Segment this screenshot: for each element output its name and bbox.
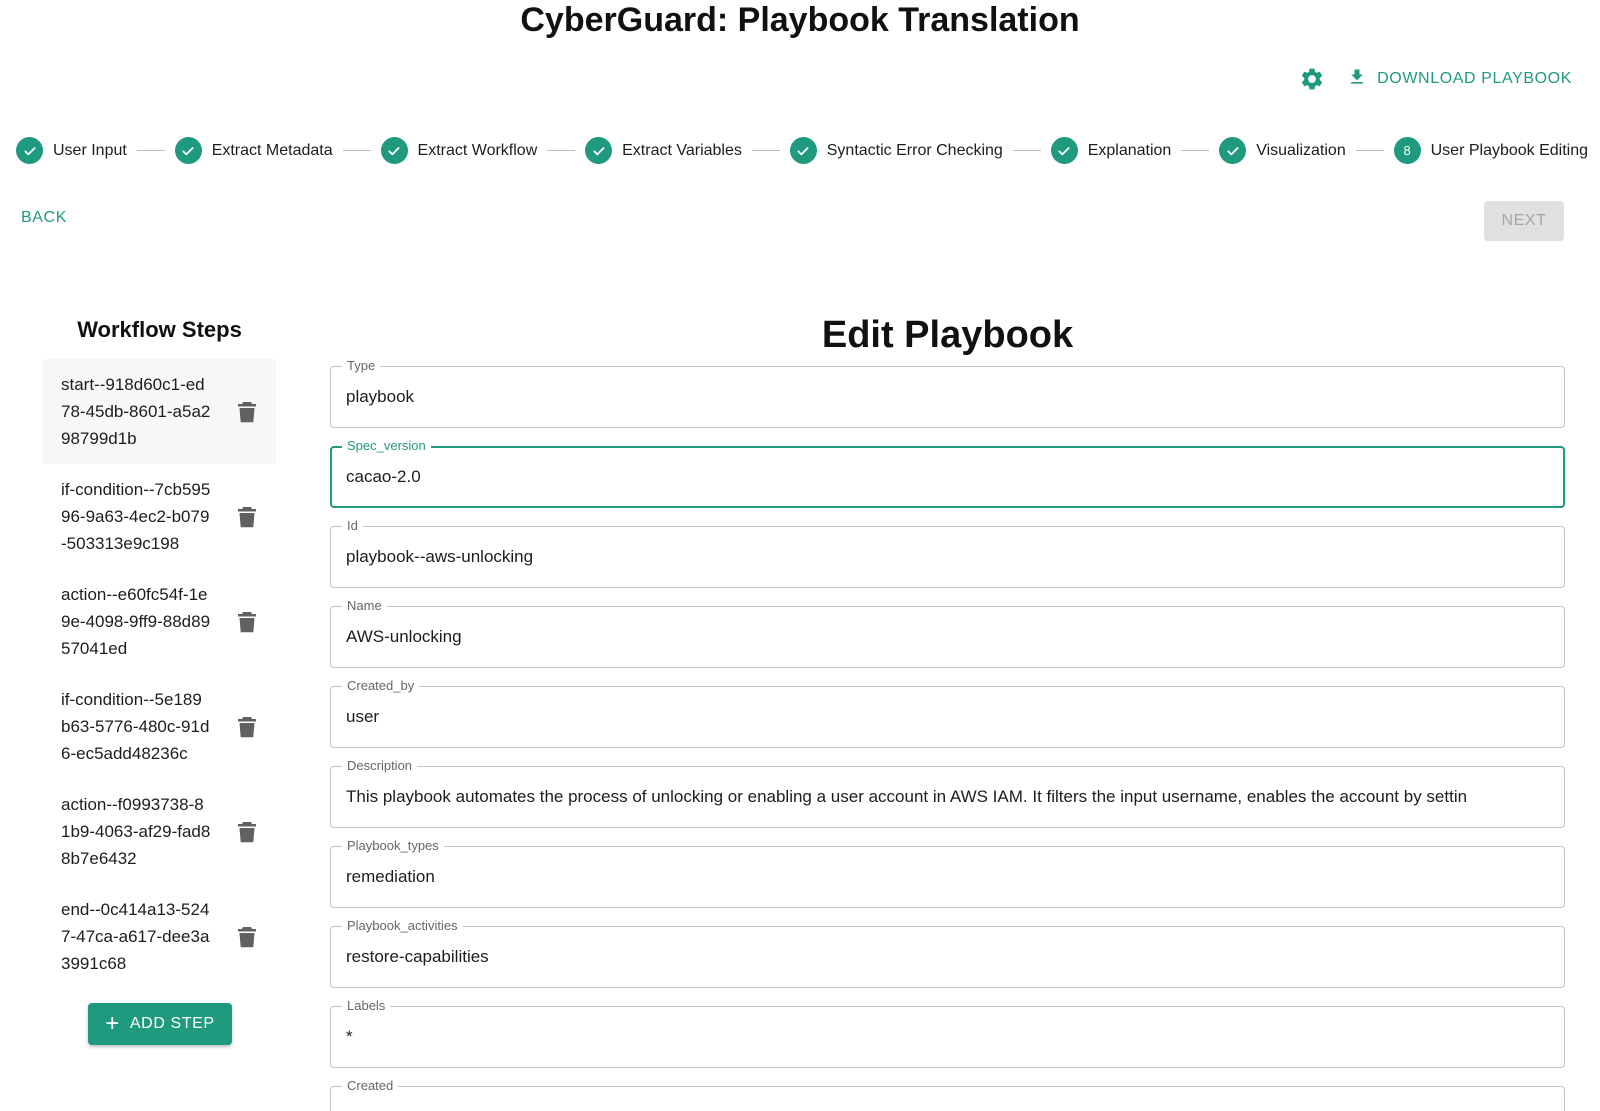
spec-version-field: Spec_version: [330, 438, 1565, 508]
step-connector: [136, 150, 165, 151]
step-connector: [342, 150, 371, 151]
playbook-types-field: Playbook_types: [330, 838, 1565, 908]
check-circle-icon: [585, 137, 613, 164]
gear-icon[interactable]: [1299, 66, 1325, 92]
stepper-step-label: User Input: [53, 141, 127, 159]
stepper-step-label: Syntactic Error Checking: [826, 141, 1003, 159]
workflow-step-id: action--e60fc54f-1e9e-4098-9ff9-88d89570…: [61, 585, 211, 658]
add-step-button[interactable]: + ADD STEP: [88, 1003, 232, 1045]
stepper-step: Explanation: [1050, 137, 1172, 164]
download-playbook-label: DOWNLOAD PLAYBOOK: [1377, 70, 1572, 87]
created-input[interactable]: [331, 1087, 1564, 1111]
playbook-fields: Type Spec_version Id Name Created_by Descript…: [330, 358, 1565, 1111]
stepper-step-label: Extract Workflow: [417, 141, 538, 159]
step-connector: [1355, 150, 1384, 151]
created-by-field: Created_by: [330, 678, 1565, 748]
editor-title: Edit Playbook: [821, 314, 1074, 356]
workflow-step-id: if-condition--5e189b63-5776-480c-91d6-ec…: [61, 690, 210, 763]
type-input[interactable]: [331, 367, 1564, 427]
playbook-activities-input[interactable]: [331, 927, 1564, 987]
spec-version-input[interactable]: [332, 448, 1563, 506]
check-circle-icon: [16, 137, 43, 164]
workflow-step-item[interactable]: action--f0993738-81b9-4063-af29-fad88b7e…: [43, 779, 276, 884]
download-icon: [1347, 67, 1367, 92]
id-input[interactable]: [331, 527, 1564, 587]
workflow-step-item[interactable]: action--e60fc54f-1e9e-4098-9ff9-88d89570…: [43, 569, 276, 674]
workflow-steps-sidebar: Workflow Steps start--918d60c1-ed78-45db…: [43, 316, 276, 1045]
playbook-translation-page: CyberGuard: Playbook Translation DOWNLOA…: [0, 0, 1600, 1111]
workflow-step-id: action--f0993738-81b9-4063-af29-fad88b7e…: [61, 795, 211, 868]
labels-input[interactable]: [331, 1007, 1564, 1067]
stepper-step-label: User Playbook Editing: [1430, 141, 1589, 159]
edit-playbook-form: Edit Playbook Type Spec_version Id Name Crea…: [330, 313, 1565, 1111]
workflow-step-list: start--918d60c1-ed78-45db-8601-a5a298799…: [43, 359, 276, 989]
stepper-step-label: Visualization: [1256, 141, 1346, 159]
playbook-activities-field: Playbook_activities: [330, 918, 1565, 988]
next-button: NEXT: [1484, 201, 1564, 241]
trash-icon[interactable]: [238, 926, 256, 948]
workflow-step-item[interactable]: end--0c414a13-5247-47ca-a617-dee3a3991c6…: [43, 884, 276, 989]
workflow-step-id: end--0c414a13-5247-47ca-a617-dee3a3991c6…: [61, 900, 210, 973]
trash-icon[interactable]: [238, 506, 256, 528]
description-field: Description: [330, 758, 1565, 828]
stepper-step: Extract Metadata: [174, 137, 333, 164]
top-actions: DOWNLOAD PLAYBOOK: [1299, 66, 1572, 92]
progress-stepper: User Input Extract Metadata Extract Workfl…: [16, 137, 1588, 164]
name-field: Name: [330, 598, 1565, 668]
check-circle-icon: [174, 137, 202, 164]
stepper-step: Extract Workflow: [380, 137, 538, 164]
check-circle-icon: [789, 137, 817, 164]
stepper-step: Extract Variables: [585, 137, 742, 164]
add-step-label: ADD STEP: [129, 1015, 215, 1032]
trash-icon[interactable]: [238, 611, 256, 633]
stepper-step-label: Extract Metadata: [211, 141, 333, 159]
trash-icon[interactable]: [238, 716, 256, 738]
step-number-badge: 8: [1393, 137, 1421, 164]
trash-icon[interactable]: [238, 401, 256, 423]
description-input[interactable]: [331, 767, 1564, 827]
step-connector: [1012, 150, 1041, 151]
stepper-step-label: Extract Variables: [622, 141, 742, 159]
workflow-step-id: if-condition--7cb59596-9a63-4ec2-b079-50…: [61, 480, 211, 553]
name-input[interactable]: [331, 607, 1564, 667]
created-field: Created: [330, 1078, 1565, 1111]
stepper-step: User Input: [16, 137, 127, 164]
step-connector: [547, 150, 576, 151]
stepper-step-label: Explanation: [1087, 141, 1172, 159]
back-button[interactable]: BACK: [21, 209, 67, 227]
workflow-step-id: start--918d60c1-ed78-45db-8601-a5a298799…: [61, 375, 211, 448]
playbook-types-input[interactable]: [331, 847, 1564, 907]
check-circle-icon: [1219, 137, 1247, 164]
stepper-step: Syntactic Error Checking: [789, 137, 1003, 164]
sidebar-title: Workflow Steps: [77, 317, 242, 342]
step-connector: [751, 150, 780, 151]
workflow-step-item[interactable]: if-condition--7cb59596-9a63-4ec2-b079-50…: [43, 464, 276, 569]
workflow-step-item[interactable]: start--918d60c1-ed78-45db-8601-a5a298799…: [43, 359, 276, 464]
trash-icon[interactable]: [238, 821, 256, 843]
plus-icon: +: [105, 1010, 120, 1037]
stepper-step: 8 User Playbook Editing: [1393, 137, 1589, 164]
check-circle-icon: [1050, 137, 1078, 164]
type-field: Type: [330, 358, 1565, 428]
check-circle-icon: [380, 137, 408, 164]
labels-field: Labels: [330, 998, 1565, 1068]
step-connector: [1181, 150, 1210, 151]
stepper-step: Visualization: [1219, 137, 1346, 164]
app-title: CyberGuard: Playbook Translation: [520, 1, 1080, 39]
id-field: Id: [330, 518, 1565, 588]
created-by-input[interactable]: [331, 687, 1564, 747]
workflow-step-item[interactable]: if-condition--5e189b63-5776-480c-91d6-ec…: [43, 674, 276, 779]
download-playbook-button[interactable]: DOWNLOAD PLAYBOOK: [1347, 67, 1572, 92]
